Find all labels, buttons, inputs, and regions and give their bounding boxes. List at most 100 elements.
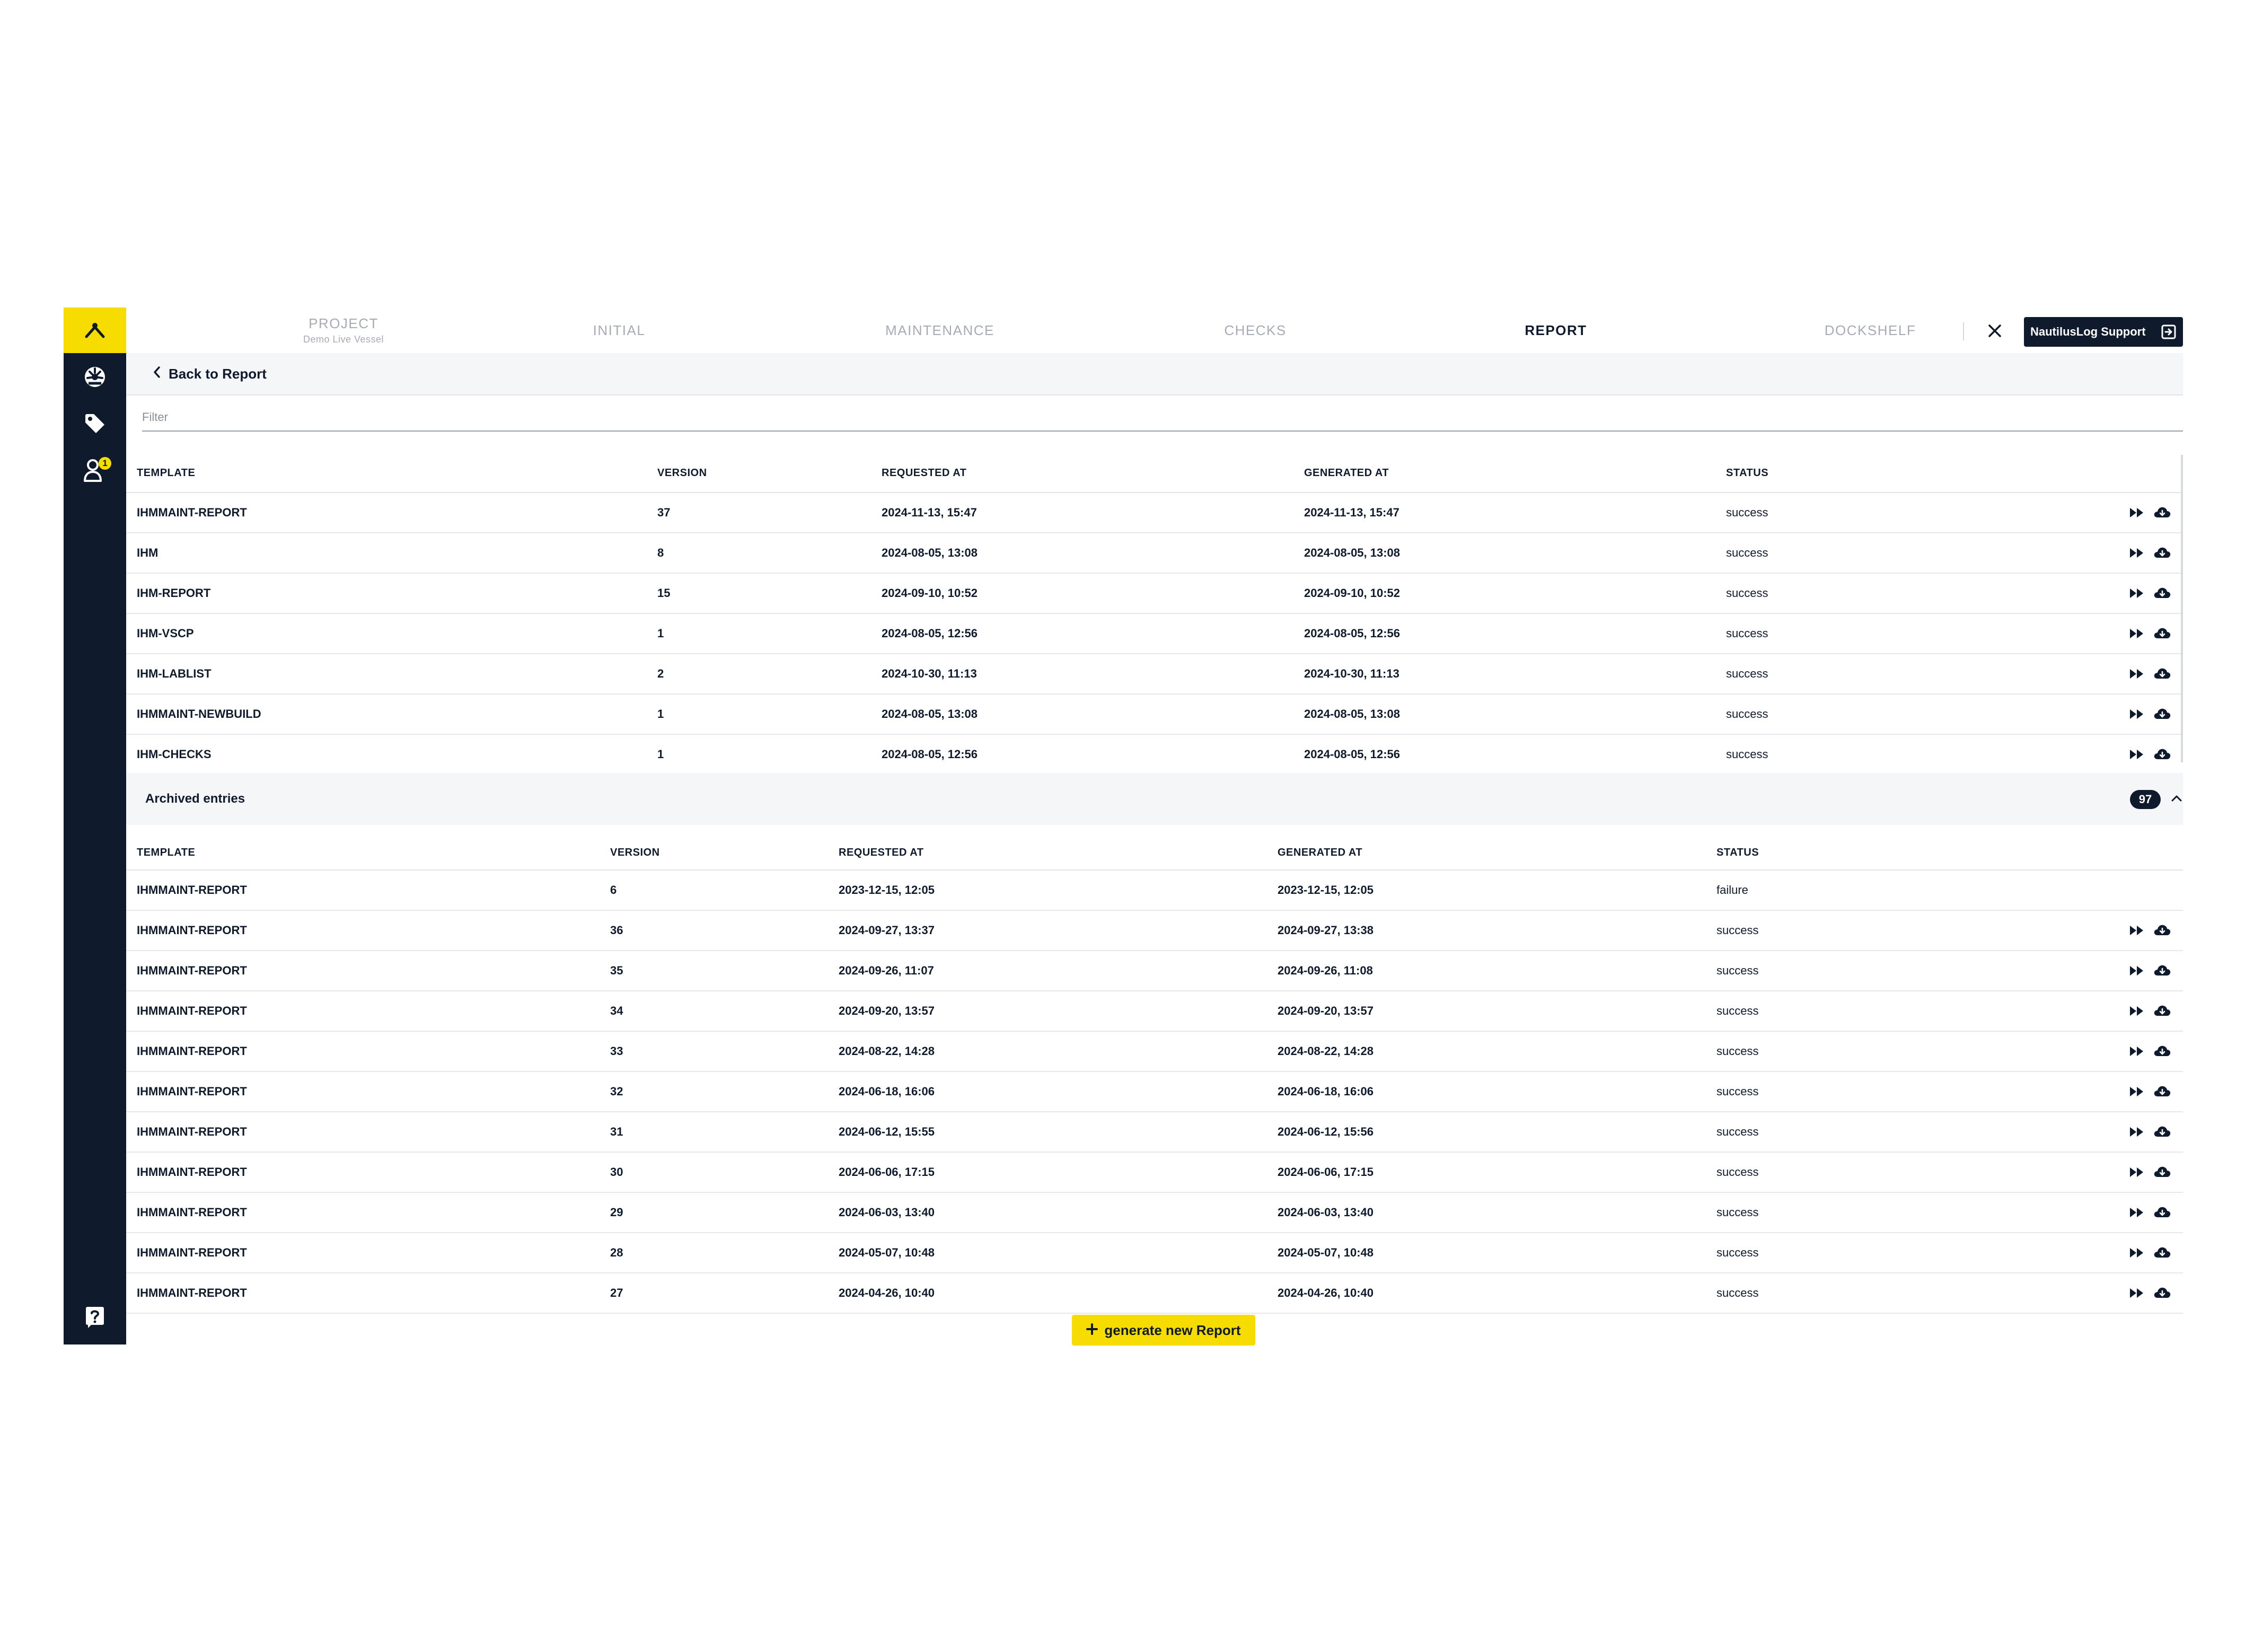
download-icon[interactable] [2153,1163,2171,1181]
download-icon[interactable] [2153,504,2171,522]
generated-at-cell: 2024-09-20, 13:57 [1278,1004,1374,1017]
back-to-report-link[interactable]: Back to Report [153,366,267,382]
template-cell: IHMMAINT-REPORT [137,1206,247,1219]
download-icon[interactable] [2153,625,2171,643]
template-cell: IHMMAINT-REPORT [137,1286,247,1299]
open-icon[interactable] [2128,1203,2146,1222]
table-header: TEMPLATE VERSION REQUESTED AT GENERATED … [126,454,2183,493]
status-cell: success [1726,748,1768,761]
table-row[interactable]: IHMMAINT-REPORT 36 2024-09-27, 13:37 2024-0… [126,911,2183,951]
row-actions [2128,1042,2171,1060]
table-row[interactable]: IHM-CHECKS 1 2024-08-05, 12:56 2024-08-05, … [126,735,2183,775]
download-icon[interactable] [2153,1083,2171,1101]
support-button[interactable]: NautilusLog Support [2024,317,2183,347]
filter-input[interactable] [142,405,2183,429]
status-cell: success [1716,1125,1759,1138]
open-icon[interactable] [2128,705,2146,723]
open-icon[interactable] [2128,1244,2146,1262]
chevron-up-icon[interactable] [2168,790,2185,807]
open-icon[interactable] [2128,504,2146,522]
open-icon[interactable] [2128,625,2146,643]
table-row[interactable]: IHM-REPORT 15 2024-09-10, 10:52 2024-09-10,… [126,574,2183,614]
tag-icon[interactable] [64,405,126,442]
requested-at-cell: 2024-08-05, 12:56 [882,748,978,761]
tab-report[interactable]: REPORT [1487,307,1625,353]
generated-at-cell: 2024-06-03, 13:40 [1278,1206,1374,1219]
row-actions [2128,1002,2171,1020]
download-icon[interactable] [2153,921,2171,939]
version-cell: 37 [657,506,671,519]
tab-dockshelf[interactable]: DOCKSHELF [1801,307,1939,353]
table-row[interactable]: IHMMAINT-REPORT 37 2024-11-13, 15:47 2024-1… [126,493,2183,533]
table-row[interactable]: IHMMAINT-REPORT 31 2024-06-12, 15:55 2024-0… [126,1112,2183,1153]
table-row[interactable]: IHMMAINT-REPORT 30 2024-06-06, 17:15 2024-0… [126,1153,2183,1193]
table-row[interactable]: IHMMAINT-REPORT 34 2024-09-20, 13:57 2024-0… [126,991,2183,1032]
template-cell: IHM-REPORT [137,586,211,600]
generated-at-cell: 2024-09-26, 11:08 [1278,964,1373,977]
logout-icon [2161,324,2177,343]
help-icon[interactable] [64,1299,126,1336]
table-row[interactable]: IHM-LABLIST 2 2024-10-30, 11:13 2024-10-30,… [126,654,2183,695]
download-icon[interactable] [2153,665,2171,683]
column-header-version: VERSION [610,847,660,858]
logo-icon[interactable] [64,307,126,353]
open-icon[interactable] [2128,544,2146,562]
tab-maintenance[interactable]: MAINTENANCE [855,307,1025,353]
table-row[interactable]: IHMMAINT-REPORT 33 2024-08-22, 14:28 2024-0… [126,1032,2183,1072]
open-icon[interactable] [2128,1163,2146,1181]
generate-label: generate new Report [1104,1322,1241,1338]
open-icon[interactable] [2128,1284,2146,1302]
table-row[interactable]: IHMMAINT-REPORT 35 2024-09-26, 11:07 2024-0… [126,951,2183,991]
open-icon[interactable] [2128,1083,2146,1101]
open-icon[interactable] [2128,1002,2146,1020]
open-icon[interactable] [2128,665,2146,683]
table-row[interactable]: IHM-VSCP 1 2024-08-05, 12:56 2024-08-05, 12… [126,614,2183,654]
download-icon[interactable] [2153,962,2171,980]
download-icon[interactable] [2153,1002,2171,1020]
download-icon[interactable] [2153,584,2171,602]
download-icon[interactable] [2153,1284,2171,1302]
generate-report-button[interactable]: generate new Report [1072,1315,1255,1346]
open-icon[interactable] [2128,1123,2146,1141]
open-icon[interactable] [2128,745,2146,763]
user-icon[interactable]: 1 [64,452,126,489]
table-row[interactable]: IHMMAINT-REPORT 28 2024-05-07, 10:48 2024-0… [126,1233,2183,1273]
table-row[interactable]: IHMMAINT-REPORT 6 2023-12-15, 12:05 2023-12… [126,871,2183,911]
download-icon[interactable] [2153,1203,2171,1222]
download-icon[interactable] [2153,745,2171,763]
table-row[interactable]: IHMMAINT-REPORT 27 2024-04-26, 10:40 2024-0… [126,1273,2183,1314]
open-icon[interactable] [2128,921,2146,939]
column-header-generated: GENERATED AT [1304,467,1389,479]
column-header-requested: REQUESTED AT [839,847,924,858]
generated-at-cell: 2024-08-05, 12:56 [1304,748,1401,761]
open-icon[interactable] [2128,1042,2146,1060]
status-cell: success [1716,1085,1759,1098]
download-icon[interactable] [2153,1244,2171,1262]
open-icon[interactable] [2128,962,2146,980]
table-row[interactable]: IHMMAINT-NEWBUILD 1 2024-08-05, 13:08 2024-… [126,695,2183,735]
version-cell: 33 [610,1044,623,1058]
status-cell: success [1716,1286,1759,1299]
table-row[interactable]: IHMMAINT-REPORT 29 2024-06-03, 13:40 2024-0… [126,1193,2183,1233]
download-icon[interactable] [2153,1042,2171,1060]
requested-at-cell: 2024-06-06, 17:15 [839,1165,935,1179]
breadcrumb-bar: Back to Report [126,353,2183,396]
tab-initial[interactable]: INITIAL [550,307,688,353]
archived-entries-header[interactable]: Archived entries 97 [126,773,2183,825]
template-cell: IHMMAINT-REPORT [137,1246,247,1259]
close-icon[interactable] [1984,320,2005,341]
download-icon[interactable] [2153,1123,2171,1141]
open-icon[interactable] [2128,584,2146,602]
download-icon[interactable] [2153,705,2171,723]
download-icon[interactable] [2153,544,2171,562]
scrollbar[interactable] [2181,455,2183,762]
row-actions [2128,504,2171,522]
version-cell: 1 [657,627,664,640]
tab-project[interactable]: PROJECT Demo Live Vessel [275,307,412,353]
table-row[interactable]: IHMMAINT-REPORT 32 2024-06-18, 16:06 2024-0… [126,1072,2183,1112]
status-cell: success [1716,1165,1759,1179]
requested-at-cell: 2024-06-03, 13:40 [839,1206,935,1219]
dashboard-icon[interactable] [64,358,126,396]
table-row[interactable]: IHM 8 2024-08-05, 13:08 2024-08-05, 13:08 su… [126,533,2183,574]
tab-checks[interactable]: CHECKS [1186,307,1324,353]
